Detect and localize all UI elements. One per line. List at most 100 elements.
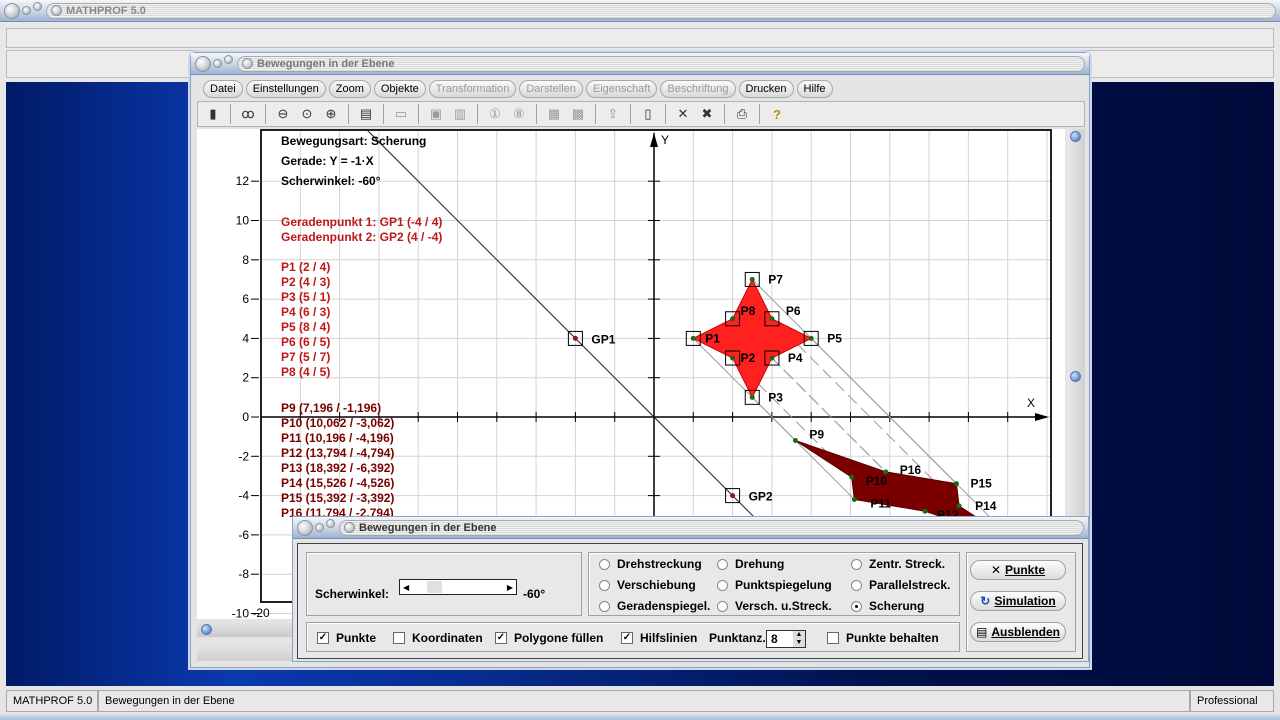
- radio-button[interactable]: [851, 558, 862, 570]
- radio-button[interactable]: [599, 600, 610, 612]
- scroll-thumb[interactable]: [1070, 371, 1081, 382]
- calculator-icon[interactable]: ▮: [204, 105, 222, 123]
- hilfslinien-checkbox[interactable]: ✓ Hilfslinien: [621, 631, 697, 645]
- clear-points-icon[interactable]: ✕: [674, 105, 692, 123]
- punkte-behalten-checkbox[interactable]: Punkte behalten: [827, 631, 939, 645]
- zoom-out-icon[interactable]: ⊖: [274, 105, 292, 123]
- point-label: P1: [705, 331, 720, 345]
- maximize-orb-icon[interactable]: [33, 2, 42, 11]
- radio-parallelstreck[interactable]: Parallelstreck.: [851, 578, 950, 592]
- scroll-up-thumb[interactable]: [1070, 131, 1081, 142]
- properties-icon[interactable]: ▤: [357, 105, 375, 123]
- slider-group: Scherwinkel: ◀ ▶ -60°: [306, 552, 582, 616]
- minimize-orb-icon[interactable]: [315, 523, 324, 532]
- window-icon[interactable]: ▭: [392, 105, 410, 123]
- polygone-fuellen-checkbox[interactable]: ✓ Polygone füllen: [495, 631, 603, 645]
- close-orb-icon[interactable]: [297, 519, 313, 536]
- maximize-orb-icon[interactable]: [224, 55, 233, 64]
- control-dialog: Bewegungen in der Ebene Scherwinkel: ◀ ▶…: [292, 516, 1089, 662]
- minimize-orb-icon[interactable]: [22, 6, 31, 15]
- radio-punktspiegelung[interactable]: Punktspiegelung: [717, 578, 832, 592]
- original-point-entry: P5 (8 / 4): [281, 320, 330, 334]
- slider-left-arrow-icon[interactable]: ◀: [403, 583, 409, 592]
- radio-scherung[interactable]: Scherung: [851, 599, 924, 613]
- clear-all-icon[interactable]: ✖: [698, 105, 716, 123]
- menu-hilfe[interactable]: Hilfe: [796, 80, 833, 98]
- point-label: P4: [788, 351, 803, 365]
- radio-button[interactable]: [851, 600, 862, 612]
- menu-einstellungen[interactable]: Einstellungen: [245, 80, 326, 98]
- y-tick-label: 6: [242, 292, 249, 306]
- zoom-in-icon[interactable]: ⊕: [322, 105, 340, 123]
- checkbox-box[interactable]: ✓: [317, 632, 329, 644]
- horizontal-scrollbar[interactable]: [197, 623, 297, 637]
- punkte-checkbox[interactable]: ✓ Punkte: [317, 631, 376, 645]
- menu-objekte[interactable]: Objekte: [373, 80, 426, 98]
- ausblenden-button[interactable]: ▤ Ausblenden: [970, 622, 1066, 642]
- pages-icon[interactable]: ▯: [639, 105, 657, 123]
- slider-thumb[interactable]: [427, 581, 442, 593]
- radio-button[interactable]: [599, 558, 610, 570]
- radio-button[interactable]: [717, 579, 728, 591]
- close-orb-icon[interactable]: [4, 2, 20, 19]
- table-icon[interactable]: ▦: [545, 105, 563, 123]
- minimize-orb-icon[interactable]: [213, 59, 222, 68]
- menu-transformation[interactable]: Transformation: [428, 80, 517, 98]
- hide-icon: ▤: [975, 625, 988, 639]
- radio-button[interactable]: [717, 600, 728, 612]
- scherwinkel-value: -60°: [523, 587, 546, 601]
- window-titlebar[interactable]: Bewegungen in der Ebene: [191, 53, 1089, 75]
- window-controls[interactable]: [4, 2, 42, 19]
- menu-datei[interactable]: Datei: [203, 80, 243, 98]
- points-icon[interactable]: ▥: [451, 105, 469, 123]
- punktanzahl-spinner[interactable]: 8 ▲ ▼: [766, 630, 806, 648]
- y-tick-label: 8: [242, 253, 249, 267]
- menu-drucken[interactable]: Drucken: [738, 80, 794, 98]
- point-icon[interactable]: ▣: [427, 105, 445, 123]
- simulation-button[interactable]: ↻ Simulation: [970, 591, 1066, 611]
- menu-beschriftung[interactable]: Beschriftung: [660, 80, 736, 98]
- radio-button[interactable]: [851, 579, 862, 591]
- horizontal-scrollbar-2[interactable]: [197, 641, 297, 661]
- checkbox-box[interactable]: ✓: [621, 632, 633, 644]
- help-icon[interactable]: ?: [768, 105, 786, 123]
- radio-button[interactable]: [717, 558, 728, 570]
- koordinaten-checkbox[interactable]: Koordinaten: [393, 631, 483, 645]
- toolbar-separator: [595, 104, 596, 124]
- print-icon[interactable]: ⎙: [733, 105, 751, 123]
- h-scroll-thumb[interactable]: [201, 624, 212, 635]
- radio-verschiebung[interactable]: Verschiebung: [599, 578, 696, 592]
- close-orb-icon[interactable]: [195, 55, 211, 72]
- radio-button[interactable]: [599, 579, 610, 591]
- menu-zoom[interactable]: Zoom: [328, 80, 371, 98]
- checkbox-box[interactable]: ✓: [495, 632, 507, 644]
- radio-drehstreckung[interactable]: Drehstreckung: [599, 557, 702, 571]
- info-gp1: Geradenpunkt 1: GP1 (-4 / 4): [281, 215, 442, 229]
- radio-versch-u-streck[interactable]: Versch. u.Streck.: [717, 599, 832, 613]
- radio-geradenspiegel[interactable]: Geradenspiegel.: [599, 599, 710, 613]
- scherwinkel-slider[interactable]: ◀ ▶: [399, 579, 517, 595]
- glasses-icon[interactable]: ꝏ: [239, 105, 257, 123]
- punkte-button[interactable]: ✕ Punkte: [970, 560, 1066, 580]
- dialog-titlebar[interactable]: Bewegungen in der Ebene: [293, 517, 1088, 539]
- menu-eigenschaft[interactable]: Eigenschaft: [585, 80, 658, 98]
- toolbar-separator: [536, 104, 537, 124]
- slider-right-arrow-icon[interactable]: ▶: [507, 583, 513, 592]
- zoom-reset-icon[interactable]: ⊙: [298, 105, 316, 123]
- line-point-gp1: [572, 335, 578, 341]
- point-p15: [953, 481, 959, 487]
- export-icon[interactable]: ⇪: [604, 105, 622, 123]
- info-line2: Gerade: Y = -1·X: [281, 154, 374, 168]
- circle-one-icon[interactable]: ①: [486, 105, 504, 123]
- radio-drehung[interactable]: Drehung: [717, 557, 784, 571]
- spinner-arrows-icon[interactable]: ▲ ▼: [793, 631, 805, 647]
- image-icon[interactable]: ▩: [569, 105, 587, 123]
- maximize-orb-icon[interactable]: [326, 519, 335, 528]
- y-tick-label: -2: [238, 449, 249, 463]
- radio-zentr-streck[interactable]: Zentr. Streck.: [851, 557, 945, 571]
- checkbox-box[interactable]: [393, 632, 405, 644]
- circle-two-icon[interactable]: ⑧: [510, 105, 528, 123]
- menu-darstellen[interactable]: Darstellen: [519, 80, 583, 98]
- checkbox-box[interactable]: [827, 632, 839, 644]
- point-label: P3: [768, 390, 783, 404]
